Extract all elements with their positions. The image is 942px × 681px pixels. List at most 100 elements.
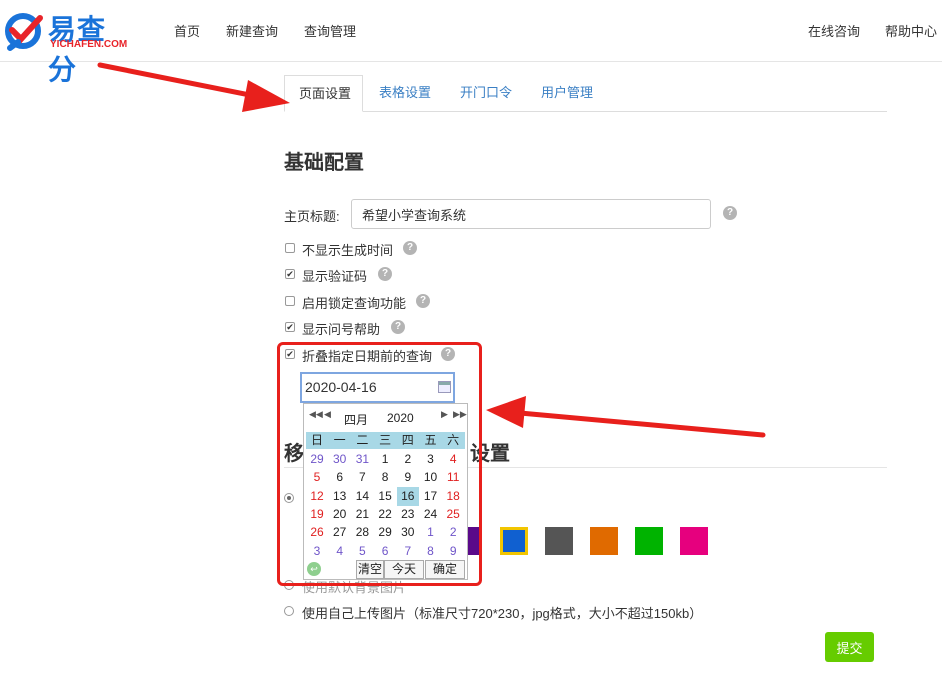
logo-domain: YICHAFEN.COM — [50, 39, 128, 50]
nav-home[interactable]: 首页 — [174, 21, 200, 40]
date-picker-month[interactable]: 四月 — [344, 411, 368, 428]
back-arrow-icon[interactable]: ↩ — [307, 562, 321, 576]
calendar-day-cell[interactable]: 23 — [397, 505, 419, 524]
nav-new-query[interactable]: 新建查询 — [226, 21, 278, 40]
home-title-input[interactable] — [351, 199, 711, 229]
calendar-day-cell[interactable]: 9 — [442, 542, 464, 561]
calendar-icon[interactable] — [438, 381, 451, 393]
calendar-day-cell[interactable]: 19 — [306, 505, 328, 524]
tab-table-settings[interactable]: 表格设置 — [365, 75, 445, 112]
calendar-day-cell[interactable]: 3 — [306, 542, 328, 561]
section-title-basic-config: 基础配置 — [284, 152, 364, 174]
calendar-day-cell[interactable]: 10 — [420, 468, 442, 487]
color-swatch-blue[interactable] — [500, 527, 528, 555]
nav-query-manage[interactable]: 查询管理 — [304, 21, 356, 40]
calendar-day-cell[interactable]: 29 — [374, 523, 396, 542]
next-month-icon[interactable]: ▶ — [441, 409, 448, 420]
calendar-day-cell[interactable]: 16 — [396, 486, 419, 506]
calendar-day-cell[interactable]: 11 — [442, 468, 464, 487]
top-header: 易查分 YICHAFEN.COM 首页 新建查询 查询管理 在线咨询 帮助中心 — [0, 0, 942, 86]
calendar-day-cell[interactable]: 5 — [351, 542, 373, 561]
calendar-day-cell[interactable]: 29 — [306, 450, 328, 469]
checkbox-fold-before-date[interactable]: ✔ — [285, 349, 295, 359]
calendar-clear-button[interactable]: 清空 — [356, 560, 384, 579]
calendar-day-cell[interactable]: 2 — [397, 450, 419, 469]
radio-upload-bg-image[interactable] — [284, 606, 294, 616]
calendar-day-cell[interactable]: 8 — [420, 542, 442, 561]
calendar-day-cell[interactable]: 20 — [329, 505, 351, 524]
calendar-today-button[interactable]: 今天 — [384, 560, 424, 579]
fold-date-input[interactable]: 2020-04-16 — [300, 372, 455, 403]
yichafen-logo[interactable]: 易查分 YICHAFEN.COM — [4, 8, 134, 86]
calendar-day-cell[interactable]: 4 — [329, 542, 351, 561]
prev-month-icon[interactable]: ◀ — [324, 409, 331, 420]
submit-button[interactable]: 提交 — [825, 632, 874, 662]
checkbox-show-captcha[interactable]: ✔ — [285, 269, 295, 279]
nav-help-center[interactable]: 帮助中心 — [885, 21, 937, 40]
calendar-day-cell[interactable]: 13 — [329, 487, 351, 506]
calendar-day-cell[interactable]: 14 — [351, 487, 373, 506]
weekday-label: 日 — [310, 433, 323, 447]
prev-year-icon[interactable]: ◀◀ — [309, 409, 323, 420]
option-label-fold-before-date: 折叠指定日期前的查询 — [302, 349, 433, 364]
question-circle-icon[interactable]: ? — [441, 347, 455, 361]
question-circle-icon[interactable]: ? — [391, 320, 405, 334]
calendar-day-cell[interactable]: 27 — [329, 523, 351, 542]
calendar-day-cell[interactable]: 2 — [442, 523, 464, 542]
calendar-day-cell[interactable]: 6 — [329, 468, 351, 487]
calendar-day-cell[interactable]: 26 — [306, 523, 328, 542]
calendar-day-cell[interactable]: 6 — [374, 542, 396, 561]
calendar-day-cell[interactable]: 5 — [306, 468, 328, 487]
calendar-day-cell[interactable]: 22 — [374, 505, 396, 524]
calendar-day-cell[interactable]: 3 — [420, 450, 442, 469]
radio-bg-color[interactable] — [284, 493, 294, 503]
calendar-confirm-button[interactable]: 确定 — [425, 560, 465, 579]
date-picker-footer: ↩ 清空 今天 确定 — [304, 559, 467, 580]
calendar-day-cell[interactable]: 9 — [397, 468, 419, 487]
calendar-day-cell[interactable]: 1 — [420, 523, 442, 542]
calendar-day-cell[interactable]: 30 — [329, 450, 351, 469]
color-swatch-pink[interactable] — [680, 527, 708, 555]
section-title-mobile-suffix: 设置 — [470, 443, 510, 465]
color-swatch-orange[interactable] — [590, 527, 618, 555]
calendar-day-cell[interactable]: 7 — [397, 542, 419, 561]
calendar-day-cell[interactable]: 12 — [306, 487, 328, 506]
calendar-day-cell[interactable]: 18 — [442, 487, 464, 506]
calendar-day-cell[interactable]: 7 — [351, 468, 373, 487]
tab-page-settings[interactable]: 页面设置 — [284, 75, 363, 112]
question-circle-icon[interactable]: ? — [723, 206, 737, 220]
tab-user-manage[interactable]: 用户管理 — [527, 75, 607, 112]
checkbox-hide-gen-time[interactable] — [285, 243, 295, 253]
calendar-day-cell[interactable]: 17 — [420, 487, 442, 506]
question-circle-icon[interactable]: ? — [416, 294, 430, 308]
calendar-day-cell[interactable]: 30 — [397, 523, 419, 542]
color-swatch-purple[interactable] — [468, 527, 482, 555]
fold-date-value: 2020-04-16 — [305, 379, 377, 395]
date-picker-year[interactable]: 2020 — [387, 411, 414, 425]
next-year-icon[interactable]: ▶▶ — [453, 409, 467, 420]
calendar-day-cell[interactable]: 21 — [351, 505, 373, 524]
calendar-day-cell[interactable]: 15 — [374, 487, 396, 506]
nav-online-consult[interactable]: 在线咨询 — [808, 21, 860, 40]
checkbox-enable-lock[interactable] — [285, 296, 295, 306]
calendar-day-cell[interactable]: 1 — [374, 450, 396, 469]
weekday-label: 三 — [379, 433, 392, 447]
calendar-day-cell[interactable]: 24 — [420, 505, 442, 524]
question-circle-icon[interactable]: ? — [403, 241, 417, 255]
section-title-mobile-prefix: 移 — [284, 443, 304, 465]
calendar-day-cell[interactable]: 25 — [442, 505, 464, 524]
calendar-day-cell[interactable]: 31 — [351, 450, 373, 469]
tab-entry-password[interactable]: 开门口令 — [446, 75, 526, 112]
color-swatch-green[interactable] — [635, 527, 663, 555]
settings-tabs: 页面设置 表格设置 开门口令 用户管理 — [284, 75, 887, 112]
checkbox-show-help[interactable]: ✔ — [285, 322, 295, 332]
calendar-day-cell[interactable]: 8 — [374, 468, 396, 487]
weekday-label: 二 — [356, 433, 369, 447]
option-label-enable-lock: 启用锁定查询功能 — [302, 296, 407, 311]
color-swatch-gray[interactable] — [545, 527, 573, 555]
home-title-label: 主页标题: — [284, 209, 340, 224]
calendar-day-cell[interactable]: 28 — [351, 523, 373, 542]
calendar-day-cell[interactable]: 4 — [442, 450, 464, 469]
radio-default-bg-image[interactable] — [284, 580, 294, 590]
question-circle-icon[interactable]: ? — [378, 267, 392, 281]
